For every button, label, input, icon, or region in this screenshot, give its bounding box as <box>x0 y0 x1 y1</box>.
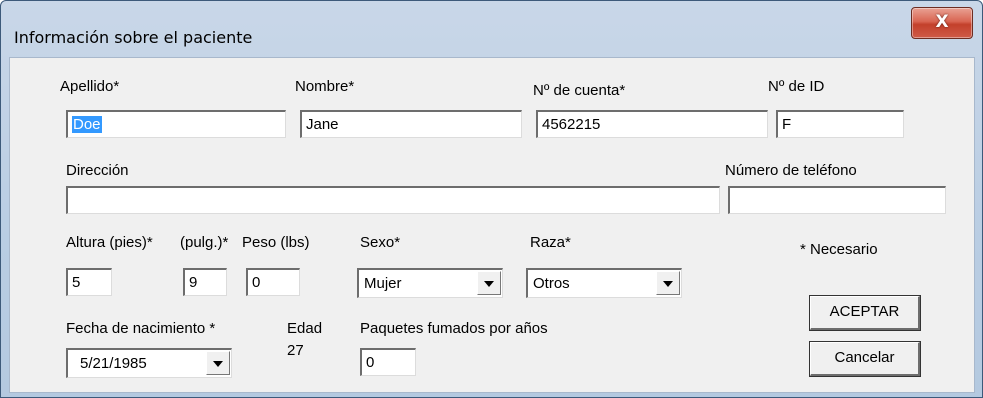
cancelar-button[interactable]: Cancelar <box>809 341 921 377</box>
fecha-value: 5/21/1985 <box>80 355 147 372</box>
nombre-value: Jane <box>306 116 339 133</box>
sexo-value: Mujer <box>364 275 402 292</box>
id-label: Nº de ID <box>768 78 825 95</box>
cuenta-value: 4562215 <box>542 116 601 133</box>
close-button[interactable]: X <box>911 7 973 39</box>
apellido-label: Apellido* <box>60 78 120 95</box>
raza-select[interactable]: Otros <box>526 268 682 298</box>
cuenta-field[interactable]: 4562215 <box>536 110 768 138</box>
altura-pulg-label: (pulg.)* <box>180 234 229 251</box>
dialog-window: Información sobre el paciente X Apellido… <box>0 0 983 398</box>
altura-pulg-value: 9 <box>189 274 198 291</box>
chevron-down-icon[interactable] <box>206 351 230 375</box>
fecha-picker[interactable]: 5/21/1985 <box>66 348 232 378</box>
id-value: F <box>782 116 792 133</box>
nombre-field[interactable]: Jane <box>300 110 522 138</box>
chevron-down-icon[interactable] <box>477 271 501 295</box>
chevron-down-icon[interactable] <box>656 271 680 295</box>
apellido-field[interactable]: Doe <box>66 110 286 138</box>
direccion-label: Dirección <box>66 162 129 179</box>
necesario-note: * Necesario <box>800 241 878 258</box>
telefono-field[interactable] <box>728 186 946 214</box>
id-field[interactable]: F <box>776 110 904 138</box>
altura-pies-value: 5 <box>72 274 81 291</box>
paquetes-field[interactable]: 0 <box>360 348 416 376</box>
peso-label: Peso (lbs) <box>242 234 310 251</box>
form-panel: Apellido* Nombre* Nº de cuenta* Nº de ID… <box>9 57 975 393</box>
fecha-label: Fecha de nacimiento * <box>66 320 216 337</box>
edad-value: 27 <box>287 342 304 359</box>
paquetes-label: Paquetes fumados por años <box>360 320 548 337</box>
nombre-label: Nombre* <box>295 78 355 95</box>
apellido-value: Doe <box>72 116 102 133</box>
raza-value: Otros <box>533 275 570 292</box>
peso-field[interactable]: 0 <box>246 268 300 296</box>
raza-label: Raza* <box>530 234 571 251</box>
altura-pies-field[interactable]: 5 <box>66 268 112 296</box>
title-bar[interactable]: Información sobre el paciente X <box>1 1 982 49</box>
altura-pulg-field[interactable]: 9 <box>183 268 227 296</box>
direccion-field[interactable] <box>66 186 720 214</box>
aceptar-button[interactable]: ACEPTAR <box>809 295 921 331</box>
telefono-label: Número de teléfono <box>725 162 857 179</box>
close-icon: X <box>935 12 949 32</box>
altura-pies-label: Altura (pies)* <box>66 234 153 251</box>
peso-value: 0 <box>252 274 261 291</box>
edad-label: Edad <box>287 320 323 337</box>
window-title: Información sobre el paciente <box>14 28 253 47</box>
paquetes-value: 0 <box>366 354 375 371</box>
sexo-label: Sexo* <box>360 234 401 251</box>
cuenta-label: Nº de cuenta* <box>533 82 626 99</box>
sexo-select[interactable]: Mujer <box>357 268 503 298</box>
